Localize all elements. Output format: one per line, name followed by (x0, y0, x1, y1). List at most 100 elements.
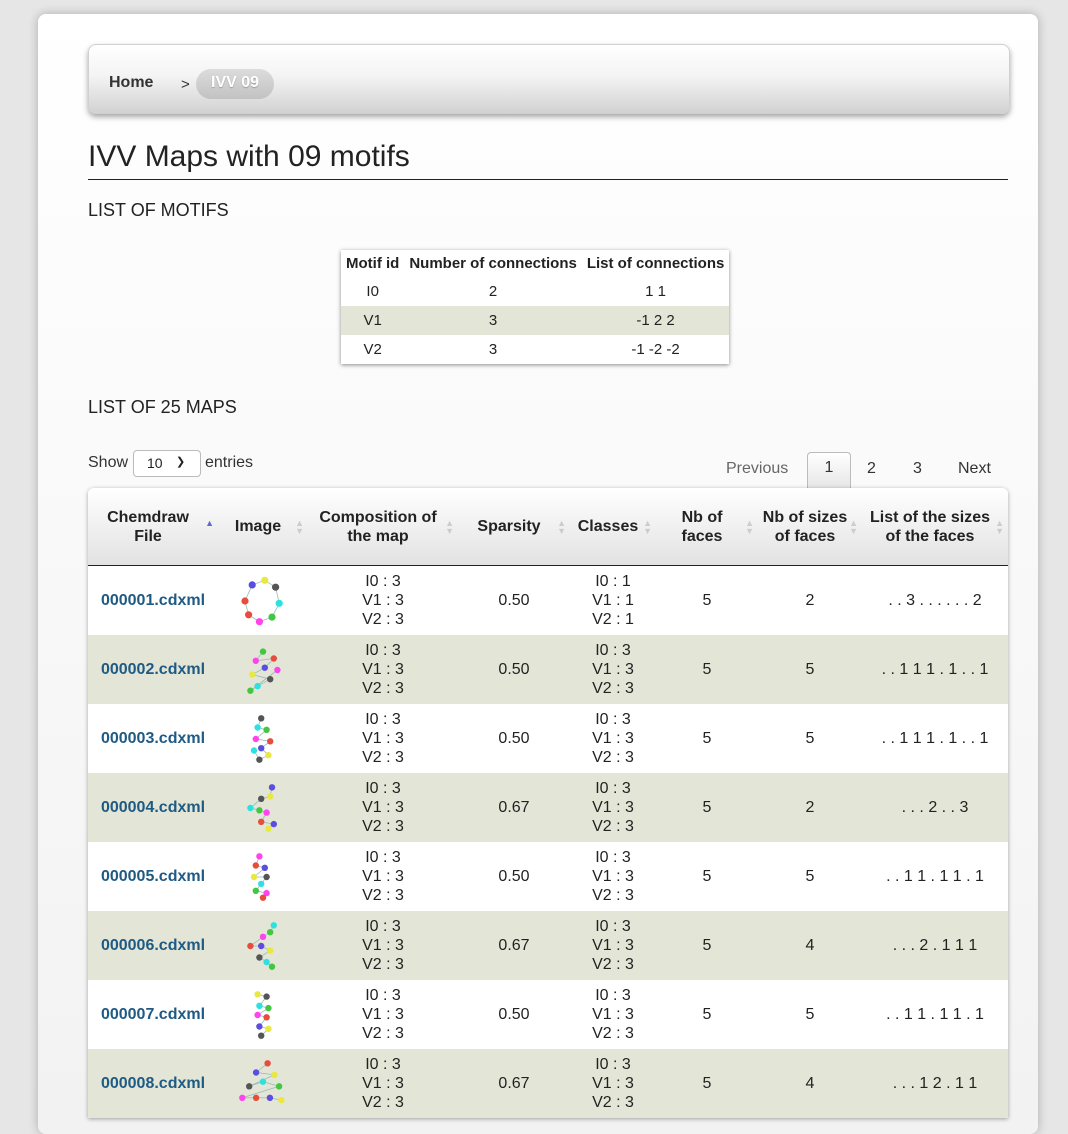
map-image-cell[interactable] (218, 566, 308, 636)
sizes-list-cell: . . . 1 2 . 1 1 (862, 1049, 1008, 1118)
map-image-cell[interactable] (218, 635, 308, 704)
molecule-graph-icon (247, 647, 281, 694)
header-sparsity[interactable]: Sparsity ▲ ▼ (458, 488, 570, 566)
chemdraw-file-link[interactable]: 000004.cdxml (88, 773, 218, 842)
maps-section-title: LIST OF 25 MAPS (88, 397, 237, 417)
sort-icon: ▲ ▼ (643, 518, 652, 536)
header-label: Image (234, 518, 282, 535)
atom-node (241, 596, 249, 605)
map-image-cell[interactable] (218, 704, 308, 773)
atom-node (254, 682, 261, 689)
classes-cell-line: V2 : 3 (592, 1025, 634, 1042)
chemdraw-file-link[interactable]: 000005.cdxml (88, 842, 218, 911)
composition-cell-line: V1 : 3 (362, 730, 404, 747)
sizes-list-cell: . . 3 . . . . . . 2 (888, 591, 982, 609)
composition-cell-line: V2 : 3 (362, 611, 404, 628)
classes-cell-line: V1 : 1 (592, 592, 634, 609)
motif-id: I0 (366, 283, 379, 300)
molecule-graph-icon (254, 990, 272, 1039)
pagination-previous[interactable]: Previous (726, 460, 788, 478)
header-image[interactable]: Image ▲ ▼ (218, 488, 308, 566)
composition-cell-line: V2 : 3 (362, 956, 404, 973)
atom-node (258, 1032, 265, 1039)
map-image-cell[interactable] (218, 911, 308, 980)
header-nb-sizes[interactable]: Nb of sizes of faces ▲ ▼ (758, 488, 862, 566)
header-chemdraw-file[interactable]: Chemdraw File ▲ (88, 488, 218, 566)
atom-node (272, 583, 280, 591)
sizes-list-cell: . . 1 1 1 . 1 . . 1 (881, 729, 989, 747)
classes-cell: I0 : 3 V1 : 3 V2 : 3 (570, 842, 656, 911)
header-classes[interactable]: Classes ▲ ▼ (570, 488, 656, 566)
pagination-page-1[interactable]: 1 (807, 452, 851, 489)
classes-cell-line: I0 : 1 (595, 573, 631, 590)
composition-cell: I0 : 3 V1 : 3 V2 : 3 (308, 1049, 458, 1118)
composition-cell-line: V2 : 3 (362, 887, 404, 904)
sparsity-cell: 0.67 (458, 1049, 570, 1118)
pagination-page-2[interactable]: 2 (867, 460, 876, 478)
header-sizes-list[interactable]: List of the sizes of the faces ▲ ▼ (862, 488, 1008, 566)
pagination-page-3[interactable]: 3 (913, 460, 922, 478)
breadcrumb-home-link[interactable]: Home (109, 74, 153, 92)
composition-cell-line: V1 : 3 (362, 1006, 404, 1023)
classes-cell-line: V2 : 1 (592, 611, 634, 628)
atom-node (278, 1096, 285, 1103)
composition-cell-line: I0 : 3 (365, 849, 401, 866)
entries-select[interactable]: 10 ❯ (133, 450, 201, 477)
atom-node (252, 735, 259, 742)
header-composition[interactable]: Composition of the map ▲ ▼ (308, 488, 458, 566)
chemdraw-file-link[interactable]: 000001.cdxml (88, 566, 218, 636)
nb-faces-cell: 5 (702, 1005, 712, 1023)
atom-node (259, 894, 267, 901)
maps-table-container: Chemdraw File ▲ Image ▲ ▼ Composition of th… (88, 488, 1008, 1118)
map-image-cell[interactable] (218, 773, 308, 842)
sparsity-cell: 0.50 (458, 635, 570, 704)
atom-node (263, 992, 270, 1000)
atom-node (267, 675, 274, 682)
motif-list: -1 2 2 (581, 306, 730, 335)
atom-node (247, 804, 254, 811)
sizes-list-cell: . . 1 1 . 1 1 . 1 (886, 867, 984, 885)
entries-label: entries (205, 454, 254, 471)
atom-node (256, 953, 263, 961)
sort-icon: ▲ ▼ (295, 518, 304, 536)
classes-cell-line: I0 : 3 (595, 987, 631, 1004)
sizes-list-cell: . . 1 1 . 1 1 . 1 (886, 1005, 984, 1023)
table-row: 000003.cdxml I0 : 3 V1 : 3 V2 : 3 0.50 I0 : 3… (88, 704, 1008, 773)
chemdraw-file-link[interactable]: 000007.cdxml (88, 980, 218, 1049)
classes-cell-line: V2 : 3 (592, 749, 634, 766)
header-label: Nb of sizes of faces (762, 508, 848, 545)
atom-node (254, 1011, 261, 1018)
chemdraw-file-link[interactable]: 000002.cdxml (88, 635, 218, 704)
chemdraw-file-link[interactable]: 000003.cdxml (88, 704, 218, 773)
composition-cell-line: I0 : 3 (365, 1056, 401, 1073)
chevron-down-icon: ❯ (176, 456, 186, 468)
composition-cell: I0 : 3 V1 : 3 V2 : 3 (308, 842, 458, 911)
atom-node (259, 1078, 267, 1085)
classes-cell-line: I0 : 3 (595, 918, 631, 935)
table-row: 000007.cdxml I0 : 3 V1 : 3 V2 : 3 0.50 I0 : 3… (88, 980, 1008, 1049)
atom-node (267, 928, 274, 935)
atom-node (264, 1059, 271, 1066)
motif-header-connections: Number of connections (409, 255, 577, 272)
classes-cell-line: V1 : 3 (592, 799, 634, 816)
sort-icon: ▲ ▼ (745, 518, 754, 536)
header-label: Chemdraw File (107, 508, 189, 545)
map-image-cell[interactable] (218, 842, 308, 911)
classes-cell: I0 : 3 V1 : 3 V2 : 3 (570, 980, 656, 1049)
pagination-next[interactable]: Next (958, 460, 991, 478)
atom-node (261, 576, 269, 584)
map-image-cell[interactable] (218, 980, 308, 1049)
chemdraw-file-link[interactable]: 000008.cdxml (88, 1049, 218, 1118)
atom-node (263, 958, 270, 965)
map-image-cell[interactable] (218, 1049, 308, 1118)
header-nb-faces[interactable]: Nb of faces ▲ ▼ (656, 488, 758, 566)
table-row: 000005.cdxml I0 : 3 V1 : 3 V2 : 3 0.50 I0 : 3… (88, 842, 1008, 911)
classes-cell-line: V2 : 3 (592, 956, 634, 973)
chemdraw-file-link[interactable]: 000006.cdxml (88, 911, 218, 980)
classes-cell-line: I0 : 3 (595, 711, 631, 728)
sparsity-cell: 0.67 (458, 773, 570, 842)
atom-node (271, 1071, 278, 1078)
classes-cell: I0 : 3 V1 : 3 V2 : 3 (570, 1049, 656, 1118)
atom-node (247, 942, 254, 949)
sizes-list-cell: . . . 2 . . 3 (862, 773, 1008, 842)
